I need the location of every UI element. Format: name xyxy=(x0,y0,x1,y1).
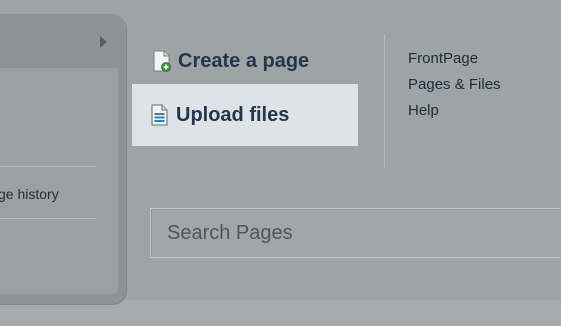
upload-files-button[interactable]: Upload files xyxy=(132,84,358,146)
page-history-link[interactable]: ge history xyxy=(0,186,59,202)
upload-files-label: Upload files xyxy=(176,103,290,126)
divider-bottom xyxy=(0,218,96,219)
nav-help-link[interactable]: Help xyxy=(408,98,501,124)
create-page-button[interactable]: Create a page xyxy=(152,47,309,75)
new-page-icon xyxy=(152,50,172,72)
nav-frontpage-link[interactable]: FrontPage xyxy=(408,46,501,72)
upload-file-icon xyxy=(150,104,170,126)
search-input[interactable] xyxy=(150,208,561,258)
left-panel-content xyxy=(0,68,118,294)
nav-pages-files-link[interactable]: Pages & Files xyxy=(408,72,501,98)
divider-top xyxy=(0,166,96,167)
wiki-nav: FrontPage Pages & Files Help xyxy=(408,46,501,124)
vertical-divider xyxy=(384,34,385,168)
triangle-right-icon[interactable] xyxy=(100,36,107,48)
create-page-label: Create a page xyxy=(178,49,310,72)
